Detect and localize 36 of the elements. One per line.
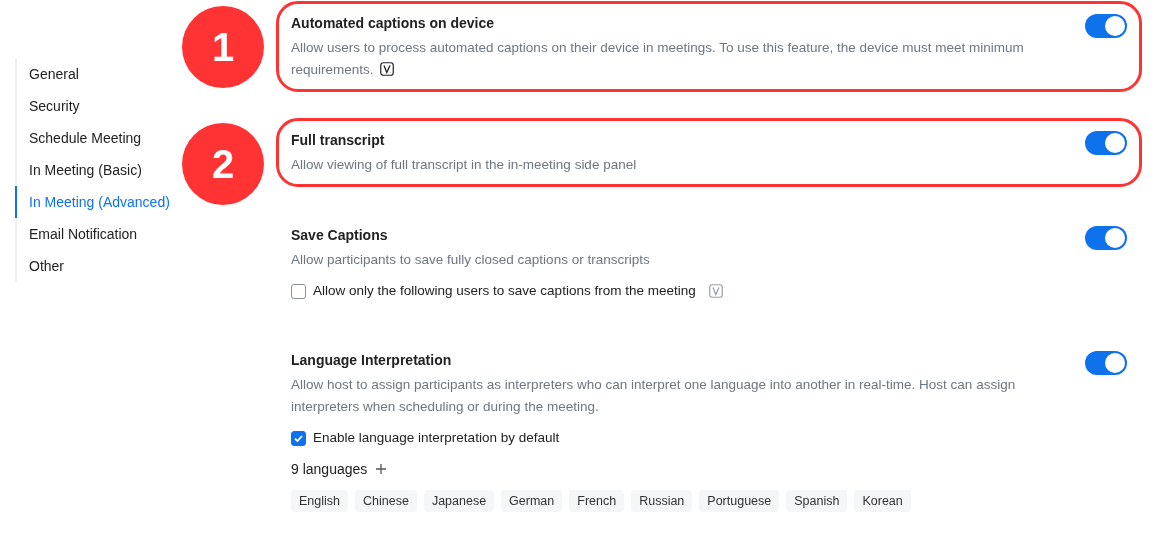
language-tag: German xyxy=(501,489,563,513)
callout-badge: 2 xyxy=(182,123,264,205)
sidebar-item[interactable]: General xyxy=(15,58,81,90)
language-tag: Spanish xyxy=(786,489,848,513)
setting-title: Full transcript xyxy=(291,131,386,149)
toggle-switch[interactable] xyxy=(1085,14,1127,38)
language-tag: French xyxy=(569,489,625,513)
checkbox[interactable] xyxy=(291,283,306,299)
sidebar-item[interactable]: Other xyxy=(15,250,66,282)
callout-badge: 1 xyxy=(182,6,264,88)
sidebar-item[interactable]: Security xyxy=(15,90,82,122)
languages-count: 9 languages xyxy=(291,459,368,479)
setting-title: Language Interpretation xyxy=(291,351,453,370)
language-tag: Japanese xyxy=(423,489,495,513)
sidebar-item[interactable]: In Meeting (Basic) xyxy=(15,154,144,186)
language-tag: Chinese xyxy=(355,489,417,513)
setting-description: Allow participants to save fully closed captions or transcripts xyxy=(291,251,650,269)
toggle-switch[interactable] xyxy=(1085,226,1127,250)
toggle-switch[interactable] xyxy=(1085,131,1127,155)
language-tag: Portuguese xyxy=(699,489,780,513)
checkbox-label: Allow only the following users to save captions from the meeting xyxy=(313,282,696,300)
sidebar-item[interactable]: Schedule Meeting xyxy=(15,122,144,154)
language-tag: English xyxy=(291,489,348,513)
sidebar-item[interactable]: Email Notification xyxy=(15,218,140,250)
setting-description: Allow viewing of full transcript in the in-meeting side panel xyxy=(291,156,637,174)
setting-title: Automated captions on device xyxy=(291,14,496,32)
language-tag: Korean xyxy=(854,489,911,513)
setting-description: Allow users to process automated captions on their device in meetings. To use this feature, the device must meet minimum requirements. xyxy=(291,39,1025,79)
setting-title: Save Captions xyxy=(291,226,389,244)
language-tag: Russian xyxy=(631,489,693,513)
sidebar-item[interactable]: In Meeting (Advanced) xyxy=(15,186,172,218)
add-icon[interactable] xyxy=(375,463,388,475)
setting-description: Allow host to assign participants as interpreters who can interpret one language into another in real-time. Host can assign interpreters when scheduling or during the meeting. xyxy=(291,376,1017,417)
toggle-switch[interactable] xyxy=(1085,351,1127,376)
checkbox-label: Enable language interpretation by default xyxy=(313,429,560,448)
checkbox[interactable] xyxy=(291,430,306,446)
